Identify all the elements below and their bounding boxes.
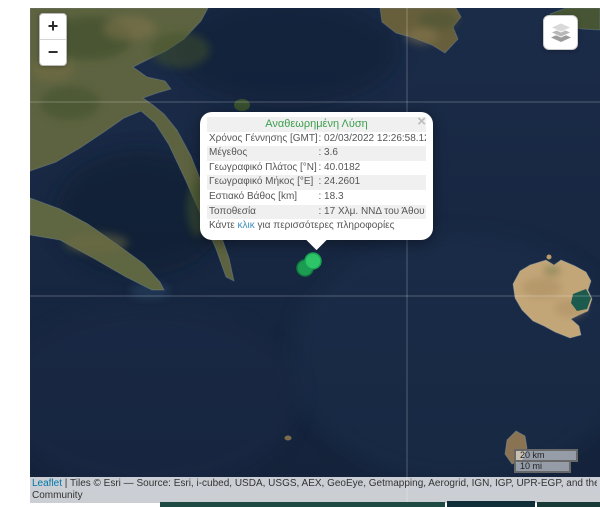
row-value-location: : 17 Χλμ. ΝΝΔ του Άθου — [317, 205, 427, 220]
row-value-origin-time: : 02/03/2022 12:26:58.12 — [317, 132, 427, 147]
below-map-strip-right — [537, 502, 600, 507]
zoom-control: + − — [39, 13, 67, 66]
row-label-depth: Εστιακό Βάθος [km] — [207, 190, 317, 205]
row-value-magnitude: : 3.6 — [317, 146, 427, 161]
attribution-line2: Community — [32, 490, 597, 502]
row-label-origin-time: Χρόνος Γέννησης [GMT] — [207, 132, 317, 147]
layers-icon — [549, 22, 573, 43]
attribution-text: Tiles © Esri — Source: Esri, i-cubed, US… — [70, 478, 597, 489]
attribution: Leaflet | Tiles © Esri — Source: Esri, i… — [30, 477, 600, 503]
earthquake-popup: × Αναθεωρημένη Λύση Χρόνος Γέννησης [GMT… — [200, 112, 433, 240]
scale-control: 20 km 10 mi — [514, 449, 578, 473]
leaflet-link[interactable]: Leaflet — [32, 478, 62, 489]
popup-title: Αναθεωρημένη Λύση — [207, 117, 426, 132]
row-value-depth: : 18.3 — [317, 190, 427, 205]
row-label-longitude: Γεωγραφικό Μήκος [°E] — [207, 175, 317, 190]
row-value-latitude: : 40.0182 — [317, 161, 427, 176]
earthquake-table: Αναθεωρημένη Λύση Χρόνος Γέννησης [GMT] … — [207, 117, 426, 234]
footer-text-pre: Κάντε — [209, 220, 238, 231]
attribution-line1: Leaflet | Tiles © Esri — Source: Esri, i… — [32, 478, 597, 490]
zoom-in-button[interactable]: + — [40, 14, 66, 40]
more-info-link[interactable]: κλικ — [238, 220, 255, 231]
row-label-location: Τοποθεσία — [207, 205, 317, 220]
scale-mi: 10 mi — [514, 462, 571, 473]
row-label-magnitude: Μέγεθος — [207, 146, 317, 161]
layers-control[interactable] — [543, 15, 578, 50]
map-viewport[interactable]: × Αναθεωρημένη Λύση Χρόνος Γέννησης [GMT… — [30, 8, 600, 503]
row-label-latitude: Γεωγραφικό Πλάτος [°N] — [207, 161, 317, 176]
popup-content: Αναθεωρημένη Λύση Χρόνος Γέννησης [GMT] … — [207, 117, 426, 234]
earthquake-marker[interactable] — [292, 246, 328, 287]
row-value-longitude: : 24.2601 — [317, 175, 427, 190]
footer-text-post: για περισσότερες πληροφορίες — [255, 220, 395, 231]
attribution-separator: | — [62, 478, 70, 489]
popup-close-button[interactable]: × — [417, 114, 426, 129]
page: × Αναθεωρημένη Λύση Χρόνος Γέννησης [GMT… — [0, 0, 600, 507]
marker-glyph — [292, 246, 328, 282]
below-map-strip-left — [160, 502, 445, 507]
zoom-out-button[interactable]: − — [40, 40, 66, 65]
below-map-strip-middle — [447, 501, 535, 507]
